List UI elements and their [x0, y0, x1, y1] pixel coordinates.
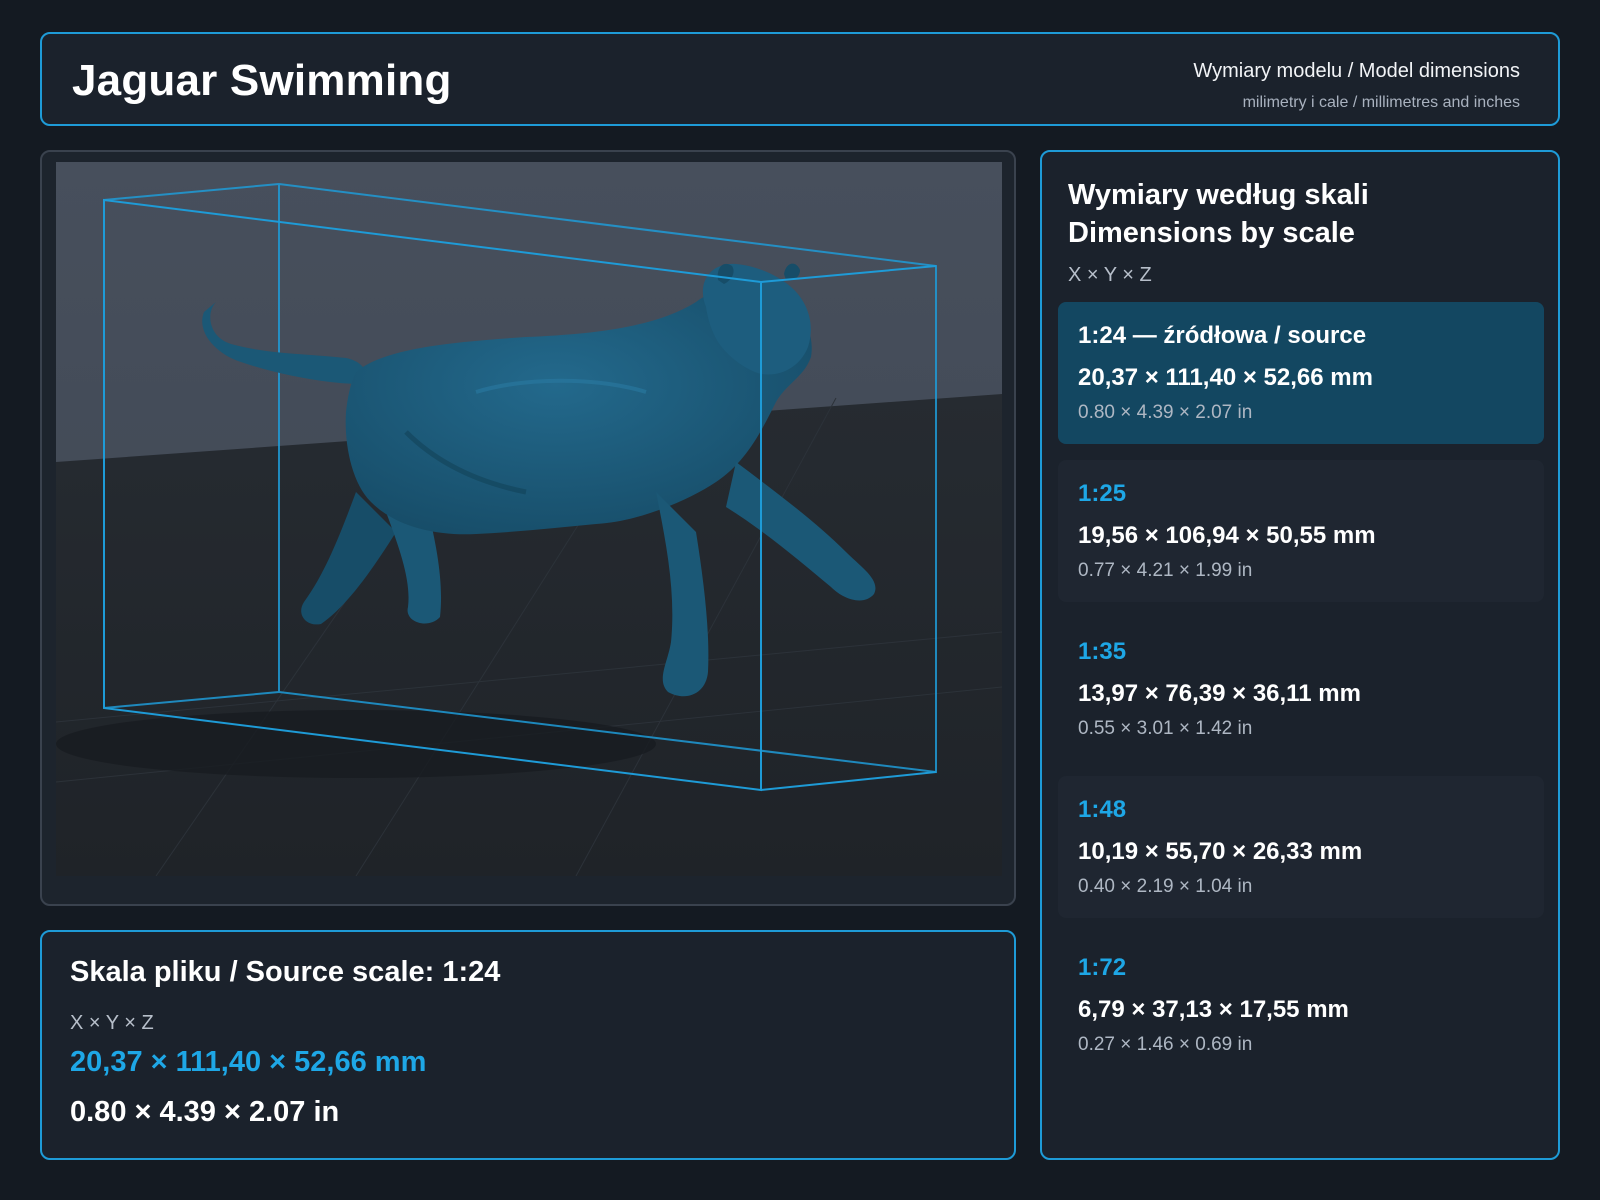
scale-card-1-35[interactable]: 1:35 13,97 × 76,39 × 36,11 mm 0.55 × 3.0… [1058, 618, 1544, 760]
scale-name: 1:72 [1078, 954, 1127, 981]
scale-dimensions-inches: 0.77 × 4.21 × 1.99 in [1078, 560, 1253, 581]
scale-dimensions-inches: 0.80 × 4.39 × 2.07 in [1078, 402, 1253, 423]
model-shadow [56, 710, 656, 778]
scale-card-1-25[interactable]: 1:25 19,56 × 106,94 × 50,55 mm 0.77 × 4.… [1058, 460, 1544, 602]
scale-name: 1:25 [1078, 480, 1127, 507]
source-dimensions-mm: 20,37 × 111,40 × 52,66 mm [70, 1046, 427, 1078]
scale-card-1-24[interactable]: 1:24 — źródłowa / source 20,37 × 111,40 … [1058, 302, 1544, 444]
scale-name: 1:35 [1078, 638, 1127, 665]
viewport-canvas[interactable] [56, 162, 1002, 876]
scales-axes-label: X × Y × Z [1068, 264, 1152, 286]
scale-name: 1:24 — źródłowa / source [1078, 322, 1367, 349]
scale-card-1-48[interactable]: 1:48 10,19 × 55,70 × 26,33 mm 0.40 × 2.1… [1058, 776, 1544, 918]
source-scale-label: Skala pliku / Source scale: 1:24 [70, 956, 501, 988]
scale-dimensions-mm: 6,79 × 37,13 × 17,55 mm [1078, 996, 1349, 1023]
header-units-note: milimetry i cale / millimetres and inche… [1242, 94, 1520, 111]
scales-heading-line2: Dimensions by scale [1068, 217, 1355, 249]
page-title: Jaguar Swimming [72, 56, 452, 105]
scale-dimensions-mm: 19,56 × 106,94 × 50,55 mm [1078, 522, 1376, 549]
scale-card-1-72[interactable]: 1:72 6,79 × 37,13 × 17,55 mm 0.27 × 1.46… [1058, 934, 1544, 1076]
scales-heading: Wymiary według skali Dimensions by scale [1068, 176, 1369, 252]
scales-panel: Wymiary według skali Dimensions by scale… [1040, 150, 1560, 1160]
source-axes-label: X × Y × Z [70, 1012, 154, 1034]
scale-dimensions-mm: 20,37 × 111,40 × 52,66 mm [1078, 364, 1373, 391]
header-panel: Jaguar Swimming Wymiary modelu / Model d… [40, 32, 1560, 126]
source-dimensions-inches: 0.80 × 4.39 × 2.07 in [70, 1096, 340, 1128]
model-viewer[interactable] [40, 150, 1016, 906]
scale-dimensions-mm: 13,97 × 76,39 × 36,11 mm [1078, 680, 1361, 707]
scale-dimensions-inches: 0.55 × 3.01 × 1.42 in [1078, 718, 1253, 739]
scale-dimensions-inches: 0.40 × 2.19 × 1.04 in [1078, 876, 1253, 897]
source-scale-panel: Skala pliku / Source scale: 1:24 X × Y ×… [40, 930, 1016, 1160]
scale-dimensions-inches: 0.27 × 1.46 × 0.69 in [1078, 1034, 1253, 1055]
scale-dimensions-mm: 10,19 × 55,70 × 26,33 mm [1078, 838, 1363, 865]
header-subtitle: Wymiary modelu / Model dimensions [1193, 60, 1520, 82]
scale-name: 1:48 [1078, 796, 1127, 823]
scales-heading-line1: Wymiary według skali [1068, 179, 1369, 211]
